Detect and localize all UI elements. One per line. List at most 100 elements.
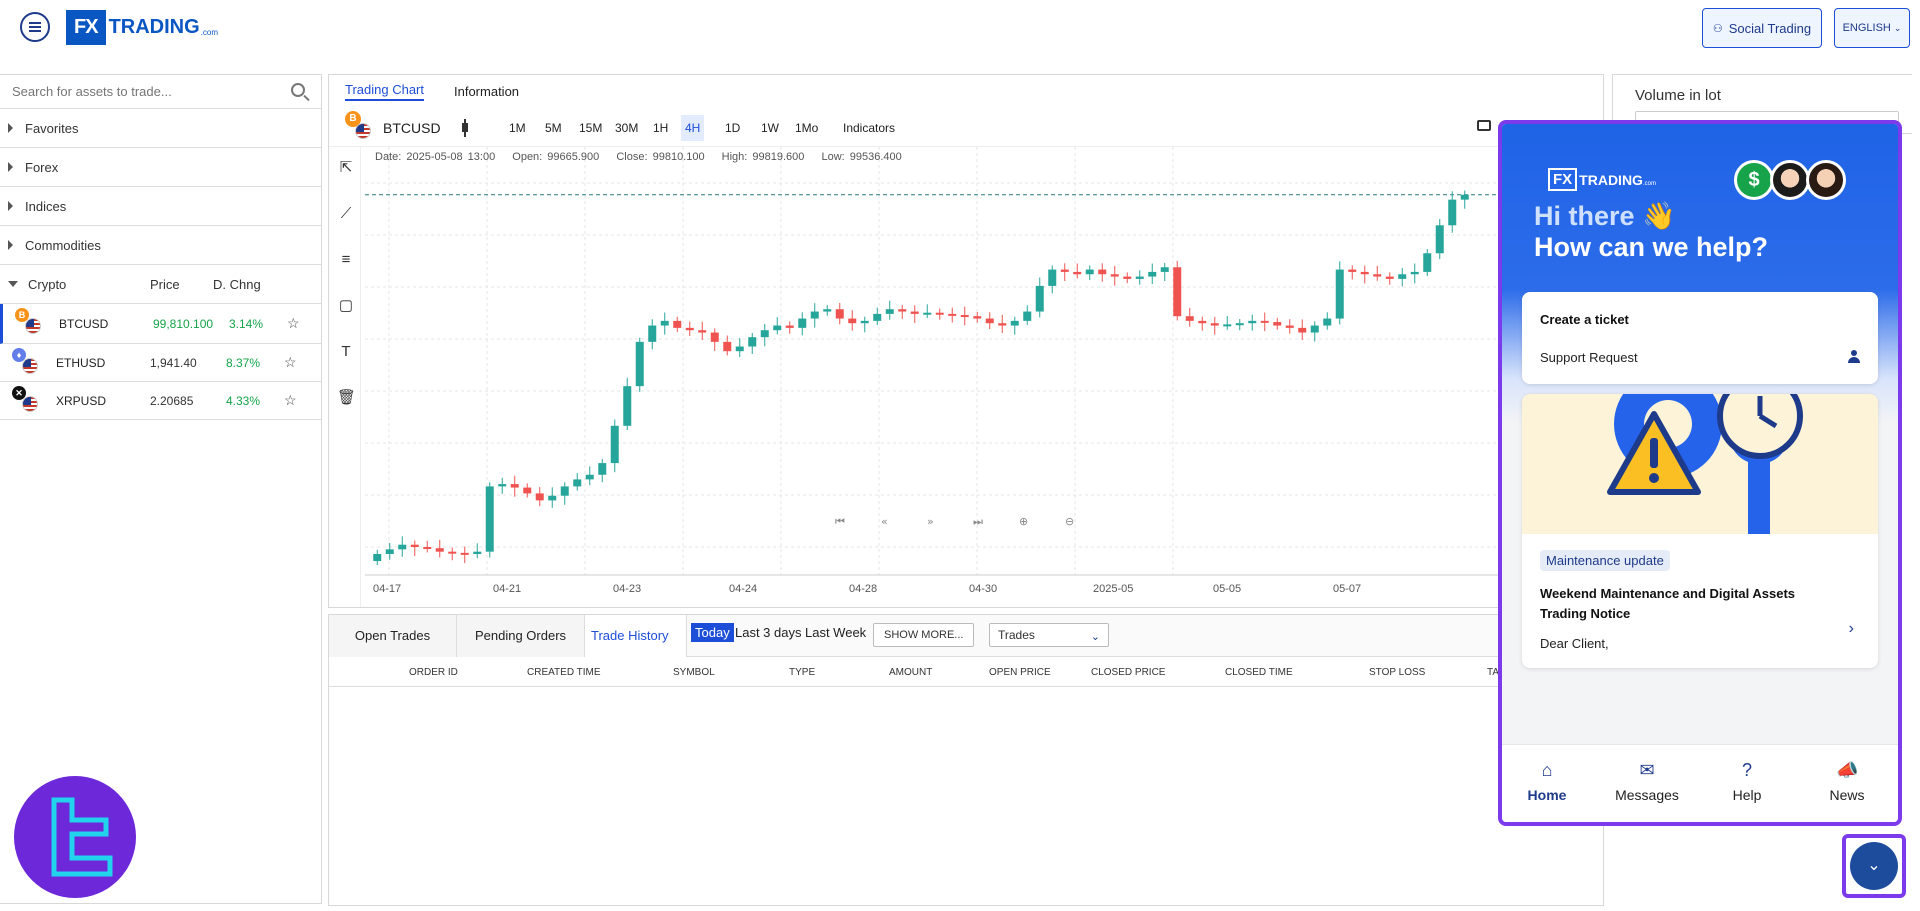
- timeframe-30m[interactable]: 30M: [611, 115, 642, 141]
- asset-price: 2.20685: [150, 393, 194, 408]
- candle-body: [723, 341, 732, 352]
- chart-toolbar: B BTCUSD 1M 5M 15M 30M 1H 4H 1D 1W 1Mo I…: [329, 109, 1603, 147]
- tab-pending-orders[interactable]: Pending Orders: [457, 615, 585, 657]
- nav-home[interactable]: ⌂ Home: [1502, 759, 1592, 803]
- category-indices[interactable]: Indices: [0, 187, 321, 226]
- star-icon[interactable]: ☆: [287, 315, 300, 332]
- asset-change: 4.33%: [226, 393, 261, 408]
- timeframe-1w[interactable]: 1W: [757, 115, 783, 141]
- logo-fx: FX: [66, 10, 106, 45]
- tab-trading-chart[interactable]: Trading Chart: [345, 82, 424, 101]
- chat-logo-word: TRADING: [1579, 171, 1643, 188]
- timeframe-1m[interactable]: 1M: [505, 115, 530, 141]
- search-icon[interactable]: [291, 83, 305, 97]
- caret-right-icon: [8, 123, 13, 133]
- ohlc-close: Close: 99810.100: [616, 151, 705, 163]
- x-tick-label: 04-21: [493, 583, 522, 595]
- brand-logo[interactable]: FX TRADING .com: [66, 10, 218, 45]
- category-crypto[interactable]: Crypto Price D. Chng: [0, 265, 321, 304]
- timeframe-5m[interactable]: 5M: [541, 115, 566, 141]
- nav-help[interactable]: ? Help: [1702, 759, 1792, 803]
- candle-body: [1110, 274, 1119, 277]
- asset-price: 99,810.100: [153, 316, 214, 331]
- category-favorites[interactable]: Favorites: [0, 109, 321, 148]
- cursor-icon[interactable]: ⇱: [337, 159, 355, 177]
- candle-body: [1135, 276, 1144, 279]
- timeframe-1d[interactable]: 1D: [721, 115, 744, 141]
- x-tick-label: 05-05: [1213, 583, 1242, 595]
- timeframe-1mo[interactable]: 1Mo: [791, 115, 822, 141]
- candle-body: [410, 544, 419, 548]
- tab-information[interactable]: Information: [454, 84, 519, 99]
- candle-body: [1435, 225, 1444, 254]
- candle-body: [535, 493, 544, 501]
- top-bar: FX TRADING .com ⚇ Social Trading ENGLISH…: [0, 0, 1920, 56]
- candle-body: [398, 544, 407, 550]
- period-today[interactable]: Today: [691, 623, 734, 642]
- candle-body: [810, 311, 819, 319]
- trades-filter-select[interactable]: Trades ⌄: [989, 623, 1109, 647]
- trades-panel: Open Trades Pending Orders Trade History…: [328, 614, 1604, 906]
- asset-search-input[interactable]: [12, 84, 272, 99]
- candle-body: [1248, 320, 1257, 324]
- dollar-avatar-icon: $: [1734, 160, 1774, 200]
- chat-toggle-button[interactable]: ⌄: [1842, 834, 1906, 898]
- candle-body: [1035, 285, 1044, 312]
- trash-icon[interactable]: 🗑: [337, 389, 356, 407]
- trades-filter-label: Trades: [998, 628, 1035, 642]
- indicators-button[interactable]: Indicators: [843, 121, 895, 135]
- candle-body: [1385, 276, 1394, 279]
- language-select[interactable]: ENGLISH ⌄: [1834, 8, 1910, 48]
- chat-question: How can we help?: [1534, 232, 1769, 262]
- candle-body: [1260, 320, 1269, 323]
- asset-row-ethusd[interactable]: ♦ ETHUSD 1,941.40 8.37% ☆: [0, 344, 321, 382]
- candlestick-type-icon[interactable]: [461, 119, 475, 137]
- candle-body: [973, 316, 982, 319]
- caret-down-icon: [8, 281, 18, 287]
- social-trading-button[interactable]: ⚇ Social Trading: [1702, 8, 1822, 48]
- create-ticket-card[interactable]: Create a ticket Support Request: [1522, 292, 1878, 384]
- ohlc-high: High: 99819.600: [721, 151, 805, 163]
- nav-messages[interactable]: ✉ Messages: [1602, 759, 1692, 803]
- trendline-icon[interactable]: ⟋: [337, 205, 355, 223]
- period-last-3-days[interactable]: Last 3 days: [735, 625, 802, 640]
- candle-body: [460, 552, 469, 555]
- timeframe-15m[interactable]: 15M: [575, 115, 606, 141]
- hamburger-menu-icon[interactable]: [20, 12, 50, 42]
- avatar: [1770, 160, 1810, 200]
- nav-news[interactable]: 📣 News: [1802, 759, 1892, 803]
- chevron-down-icon: ⌄: [1090, 631, 1100, 643]
- rectangle-icon[interactable]: ▢: [337, 297, 355, 315]
- show-more-button[interactable]: SHOW MORE...: [873, 623, 975, 647]
- chat-logo-suffix: .com: [1642, 180, 1656, 187]
- messages-icon: ✉: [1639, 760, 1655, 780]
- candle-body: [1423, 253, 1432, 272]
- candle-body: [548, 495, 557, 501]
- camera-icon[interactable]: [1477, 120, 1491, 131]
- candle-body: [960, 315, 969, 318]
- asset-row-btcusd[interactable]: B BTCUSD 99,810.100 3.14% ☆: [0, 304, 321, 344]
- nav-help-label: Help: [1732, 787, 1762, 803]
- chart-symbol[interactable]: BTCUSD: [383, 120, 441, 136]
- timeframe-4h[interactable]: 4H: [681, 115, 705, 141]
- star-icon[interactable]: ☆: [284, 392, 297, 409]
- candle-body: [448, 551, 457, 554]
- horizontal-line-icon[interactable]: ≡: [337, 251, 355, 269]
- us-flag-icon: [22, 396, 38, 412]
- col-open-price: OPEN PRICE: [989, 667, 1051, 678]
- text-tool-icon[interactable]: T: [337, 343, 355, 361]
- person-icon: [1848, 350, 1860, 364]
- star-icon[interactable]: ☆: [284, 354, 297, 371]
- candle-body: [385, 549, 394, 555]
- price-chart[interactable]: ⏮ « » ⏭ ⊕ ⊖: [365, 147, 1565, 607]
- timeframe-1h[interactable]: 1H: [649, 115, 672, 141]
- asset-row-xrpusd[interactable]: ✕ XRPUSD 2.20685 4.33% ☆: [0, 382, 321, 420]
- category-forex[interactable]: Forex: [0, 148, 321, 187]
- category-commodities[interactable]: Commodities: [0, 226, 321, 265]
- period-last-week[interactable]: Last Week: [805, 625, 866, 640]
- candle-body: [798, 318, 807, 328]
- news-card[interactable]: Maintenance update Weekend Maintenance a…: [1522, 394, 1878, 668]
- tab-open-trades[interactable]: Open Trades: [329, 615, 457, 657]
- tab-trade-history[interactable]: Trade History: [585, 615, 687, 657]
- x-tick-label: 04-28: [849, 583, 878, 595]
